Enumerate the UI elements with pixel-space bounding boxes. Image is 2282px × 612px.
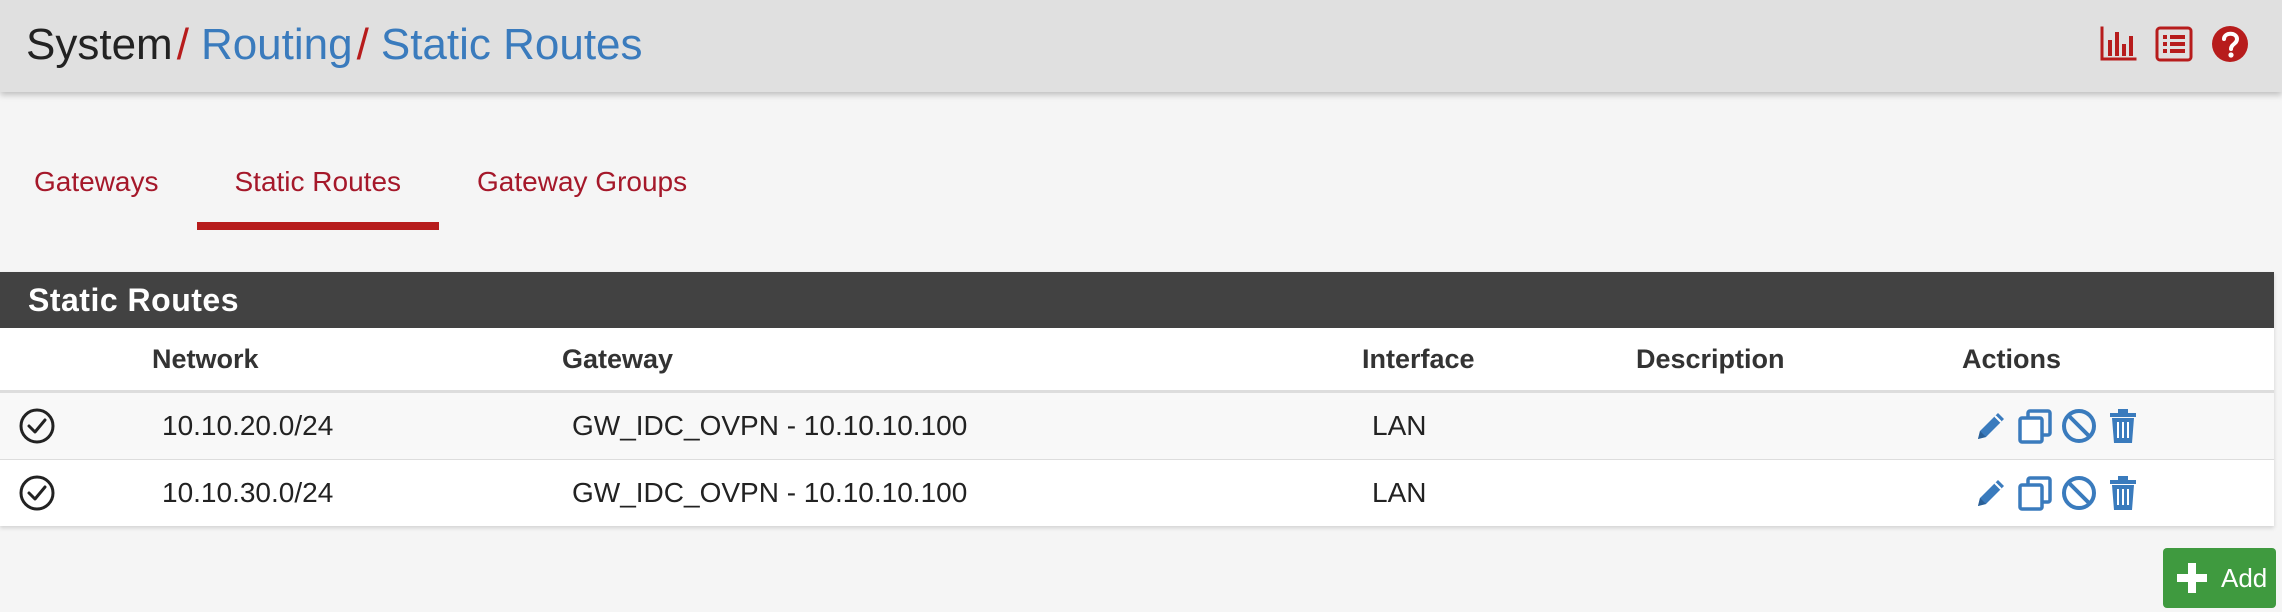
disable-icon[interactable] [2060, 407, 2098, 445]
logs-list-icon[interactable] [2154, 24, 2194, 64]
column-header-gateway[interactable]: Gateway [562, 328, 1362, 393]
copy-icon[interactable] [2016, 474, 2054, 512]
enabled-check-icon [19, 475, 55, 511]
column-header-description[interactable]: Description [1636, 328, 1962, 393]
network-cell: 10.10.30.0/24 [152, 459, 562, 526]
actions-cell [1962, 459, 2274, 526]
disable-icon[interactable] [2060, 474, 2098, 512]
interface-cell: LAN [1362, 391, 1636, 460]
interface-cell: LAN [1362, 459, 1636, 526]
status-chart-icon[interactable] [2098, 24, 2138, 64]
static-routes-panel: Static Routes Network Gateway Interface … [0, 272, 2274, 526]
help-icon[interactable] [2210, 24, 2250, 64]
plus-icon [2177, 563, 2207, 593]
column-header-interface[interactable]: Interface [1362, 328, 1636, 393]
header-icon-group [2098, 24, 2250, 64]
status-cell [0, 391, 152, 460]
routes-table: Network Gateway Interface Description Ac… [0, 328, 2274, 526]
add-button-label: Add [2221, 562, 2268, 593]
edit-icon[interactable] [1972, 407, 2010, 445]
tab-gateway-groups[interactable]: Gateway Groups [439, 150, 725, 230]
enabled-check-icon [19, 408, 55, 444]
column-header-status [0, 328, 152, 393]
table-row: 10.10.30.0/24 GW_IDC_OVPN - 10.10.10.100… [0, 459, 2274, 526]
tab-gateways[interactable]: Gateways [0, 150, 197, 230]
column-header-actions: Actions [1962, 328, 2274, 393]
copy-icon[interactable] [2016, 407, 2054, 445]
actions-cell [1962, 391, 2274, 460]
table-header-row: Network Gateway Interface Description Ac… [0, 328, 2274, 393]
breadcrumb-root: System [26, 20, 173, 69]
table-row: 10.10.20.0/24 GW_IDC_OVPN - 10.10.10.100… [0, 391, 2274, 460]
column-header-network[interactable]: Network [152, 328, 562, 393]
delete-icon[interactable] [2104, 407, 2142, 445]
page-header: System/Routing/Static Routes [0, 0, 2282, 92]
panel-title: Static Routes [0, 272, 2274, 328]
delete-icon[interactable] [2104, 474, 2142, 512]
edit-icon[interactable] [1972, 474, 2010, 512]
breadcrumb-separator: / [356, 20, 369, 69]
description-cell [1636, 459, 1962, 526]
tab-static-routes[interactable]: Static Routes [196, 150, 440, 230]
breadcrumb: System/Routing/Static Routes [26, 20, 643, 70]
description-cell [1636, 391, 1962, 460]
breadcrumb-separator: / [176, 20, 189, 69]
status-cell [0, 459, 152, 526]
network-cell: 10.10.20.0/24 [152, 391, 562, 460]
gateway-cell: GW_IDC_OVPN - 10.10.10.100 [562, 459, 1362, 526]
add-route-button[interactable]: Add [2163, 548, 2276, 608]
breadcrumb-link-static-routes[interactable]: Static Routes [381, 20, 643, 69]
gateway-cell: GW_IDC_OVPN - 10.10.10.100 [562, 391, 1362, 460]
breadcrumb-link-routing[interactable]: Routing [201, 20, 353, 69]
tab-bar: Gateways Static Routes Gateway Groups [0, 150, 725, 230]
